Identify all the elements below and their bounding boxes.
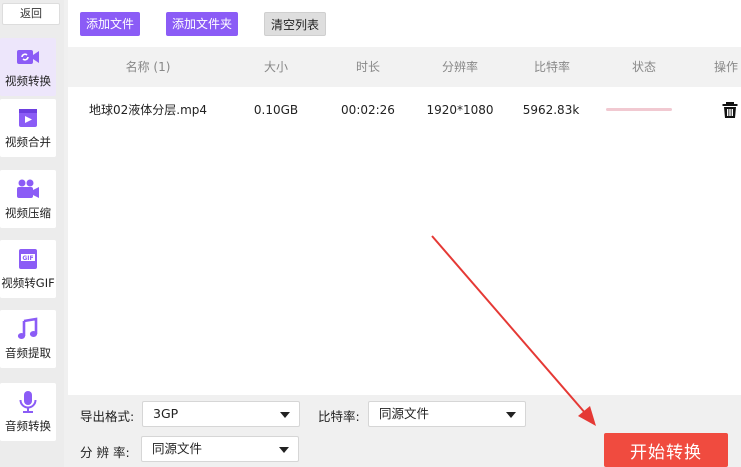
settings-panel: 导出格式: 3GP 比特率: 同源文件 分 辨 率: 同源文件 开始转换 (68, 395, 741, 467)
main-panel: 添加文件 添加文件夹 清空列表 名称 (1) 大小 时长 分辨率 比特率 状态 … (68, 0, 741, 467)
file-resolution: 1920*1080 (426, 103, 494, 117)
video-merge-icon (19, 109, 37, 127)
format-select[interactable]: 3GP (142, 401, 300, 427)
format-value: 3GP (153, 406, 179, 421)
file-duration: 00:02:26 (341, 103, 395, 117)
toolbar: 添加文件 添加文件夹 清空列表 (68, 0, 741, 46)
sidebar-item-label: 视频转GIF (1, 276, 55, 290)
svg-text:GIF: GIF (22, 255, 33, 262)
sidebar-item-video-merge[interactable]: 视频合并 (0, 99, 56, 157)
column-header-bitrate[interactable]: 比特率 (520, 47, 584, 87)
column-header-actions: 操作 (714, 60, 739, 74)
sidebar-item-label: 视频合并 (5, 135, 51, 149)
sidebar-item-label: 音频转换 (5, 419, 51, 433)
resolution-label: 分 辨 率: (80, 445, 130, 460)
chevron-down-icon (506, 412, 516, 418)
sidebar: 返回 视频转换 视频合并 视频压缩 GIF 视频转GIF 音频提取 音频转换 (0, 0, 64, 467)
sidebar-item-label: 视频转换 (5, 74, 51, 88)
column-header-name[interactable]: 名称 (1) (98, 47, 198, 87)
file-name: 地球02液体分层.mp4 (88, 103, 208, 117)
sidebar-item-label: 视频压缩 (5, 206, 51, 220)
column-header-size[interactable]: 大小 (248, 47, 304, 87)
video-convert-icon (17, 50, 39, 64)
add-folder-button[interactable]: 添加文件夹 (166, 12, 238, 36)
back-button[interactable]: 返回 (2, 3, 60, 25)
chevron-down-icon (280, 412, 290, 418)
table-row[interactable]: 地球02液体分层.mp4 0.10GB 00:02:26 1920*1080 5… (68, 90, 741, 130)
file-size: 0.10GB (253, 103, 299, 117)
table-header: 名称 (1) 大小 时长 分辨率 比特率 状态 操作 (68, 47, 741, 87)
bitrate-value: 同源文件 (379, 406, 430, 421)
sidebar-item-audio-convert[interactable]: 音频转换 (0, 383, 56, 441)
microphone-icon (19, 391, 37, 413)
format-label: 导出格式: (80, 409, 135, 424)
sidebar-item-label: 音频提取 (5, 346, 51, 360)
sidebar-item-audio-extract[interactable]: 音频提取 (0, 310, 56, 368)
music-note-icon (17, 317, 38, 339)
chevron-down-icon (279, 447, 289, 453)
clear-list-button[interactable]: 清空列表 (264, 12, 326, 36)
column-header-duration[interactable]: 时长 (338, 47, 398, 87)
trash-icon[interactable] (721, 101, 739, 119)
resolution-value: 同源文件 (152, 441, 203, 456)
bitrate-label: 比特率: (318, 409, 360, 424)
bitrate-select[interactable]: 同源文件 (368, 401, 526, 427)
add-file-button[interactable]: 添加文件 (80, 12, 140, 36)
gif-icon: GIF (19, 249, 37, 269)
column-header-status: 状态 (631, 60, 656, 74)
progress-bar (606, 108, 672, 111)
column-header-resolution[interactable]: 分辨率 (428, 47, 492, 87)
sidebar-item-video-convert[interactable]: 视频转换 (0, 38, 56, 96)
resolution-select[interactable]: 同源文件 (141, 436, 299, 462)
sidebar-item-video-to-gif[interactable]: GIF 视频转GIF (0, 240, 56, 298)
sidebar-item-video-compress[interactable]: 视频压缩 (0, 170, 56, 228)
start-convert-button[interactable]: 开始转换 (604, 433, 728, 467)
file-bitrate: 5962.83k (522, 103, 580, 117)
video-compress-icon (17, 179, 39, 198)
